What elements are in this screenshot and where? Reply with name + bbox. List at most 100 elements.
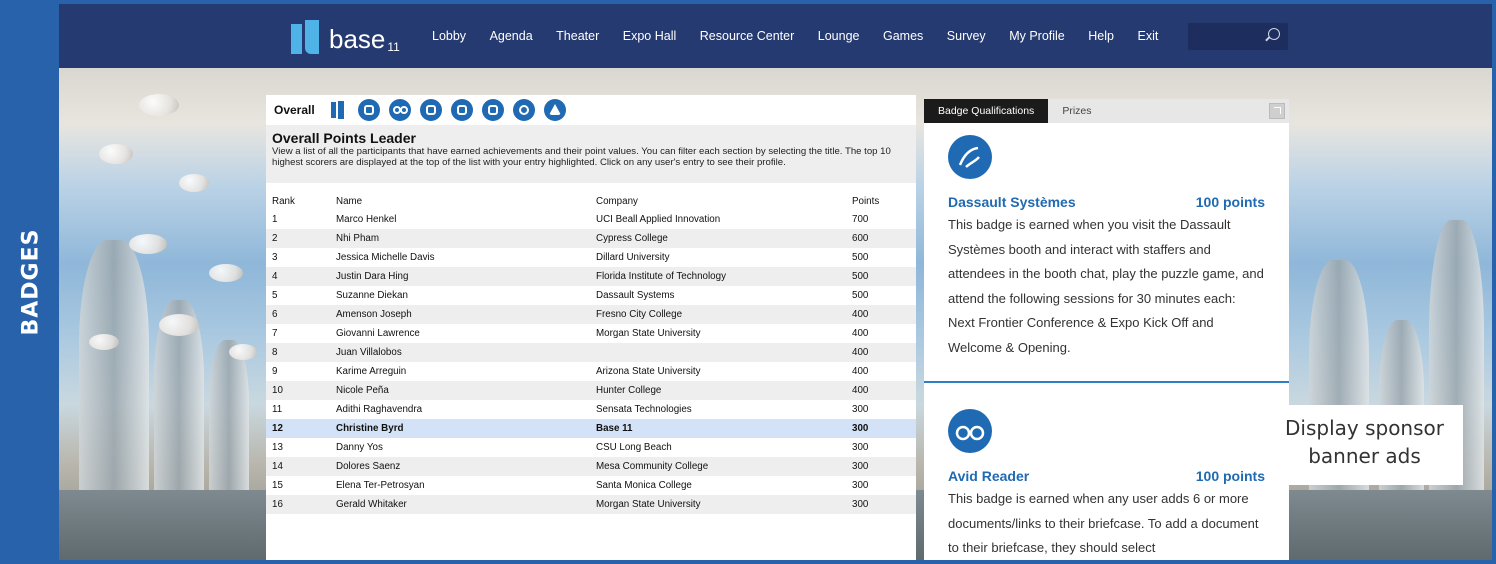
side-label: BADGES [18,228,44,336]
column-header-name[interactable]: Name [330,192,590,210]
cell-company [590,343,846,362]
cell-company: UCI Beall Applied Innovation [590,210,846,229]
ceiling-sculpture [129,234,167,254]
nav-item-theater[interactable]: Theater [556,29,599,43]
cell-points: 400 [846,343,916,362]
cell-company: Base 11 [590,419,846,438]
leaderboard-panel: Overall Overall Points Leader View a lis… [266,95,916,560]
leaderboard-intro: Overall Points Leader View a list of all… [266,125,916,183]
cell-points: 600 [846,229,916,248]
ceiling-sculpture [209,264,243,282]
table-row[interactable]: 6 Amenson Joseph Fresno City College 400 [266,305,916,324]
table-row[interactable]: 15 Elena Ter-Petrosyan Santa Monica Colleg… [266,476,916,495]
column-header-company[interactable]: Company [590,192,846,210]
message-icon[interactable] [481,99,504,121]
top-navigation-bar: base 11 Lobby Agenda Theater Expo Hall R… [59,4,1492,68]
cell-rank: 1 [266,210,330,229]
ceiling-sculpture [99,144,133,164]
base11-logo[interactable]: base 11 [291,20,400,54]
table-row[interactable]: 16 Gerald Whitaker Morgan State University… [266,495,916,514]
cell-name: Jessica Michelle Davis [330,248,590,267]
table-row[interactable]: 4 Justin Dara Hing Florida Institute of Te… [266,267,916,286]
cell-name: Marco Henkel [330,210,590,229]
cell-name: Nicole Peña [330,381,590,400]
cell-name: Juan Villalobos [330,343,590,362]
cell-company: Morgan State University [590,495,846,514]
nav-item-help[interactable]: Help [1088,29,1114,43]
cell-company: Hunter College [590,381,846,400]
table-row[interactable]: 1 Marco Henkel UCI Beall Applied Innovatio… [266,210,916,229]
table-row[interactable]: 5 Suzanne Diekan Dassault Systems 500 [266,286,916,305]
dassault-systemes-icon[interactable] [357,99,380,121]
cell-rank: 5 [266,286,330,305]
tab-prizes[interactable]: Prizes [1048,99,1105,123]
search-input[interactable] [1188,23,1288,50]
chat-icon[interactable] [450,99,473,121]
table-row[interactable]: 2 Nhi Pham Cypress College 600 [266,229,916,248]
cell-name: Nhi Pham [330,229,590,248]
table-row[interactable]: 10 Nicole Peña Hunter College 400 [266,381,916,400]
nav-item-exit[interactable]: Exit [1137,29,1158,43]
cell-rank: 9 [266,362,330,381]
logo-text: base [329,24,386,54]
cell-points: 400 [846,362,916,381]
cell-company: Arizona State University [590,362,846,381]
nav-item-expo-hall[interactable]: Expo Hall [623,29,677,43]
table-row[interactable]: 11 Adithi Raghavendra Sensata Technologies… [266,400,916,419]
cell-points: 500 [846,286,916,305]
cell-points: 300 [846,495,916,514]
pyramid-icon[interactable] [543,99,566,121]
cell-rank: 7 [266,324,330,343]
search-icon[interactable] [1268,28,1280,40]
table-row-current-user[interactable]: 12 Christine Byrd Base 11 300 [266,419,916,438]
nav-item-my-profile[interactable]: My Profile [1009,29,1065,43]
avid-reader-icon[interactable] [388,99,411,121]
leaderboard-table: Rank Name Company Points 1 Marco Henkel UC… [266,192,916,514]
nav-item-agenda[interactable]: Agenda [490,29,533,43]
table-row[interactable]: 13 Danny Yos CSU Long Beach 300 [266,438,916,457]
table-row[interactable]: 7 Giovanni Lawrence Morgan State Universit… [266,324,916,343]
cell-name: Elena Ter-Petrosyan [330,476,590,495]
cell-points: 500 [846,248,916,267]
nav-item-resource-center[interactable]: Resource Center [700,29,795,43]
avid-reader-icon [948,409,992,453]
badge-panel-tabs: Badge Qualifications Prizes [924,99,1289,123]
nav-item-survey[interactable]: Survey [947,29,986,43]
cell-name: Danny Yos [330,438,590,457]
page-title: Overall Points Leader [272,130,416,146]
leaderboard-filter-bar: Overall [266,95,916,125]
handshake-icon[interactable] [512,99,535,121]
cell-points: 300 [846,438,916,457]
cell-points: 400 [846,305,916,324]
nav-item-lounge[interactable]: Lounge [818,29,860,43]
table-header-row: Rank Name Company Points [266,192,916,210]
table-row[interactable]: 8 Juan Villalobos 400 [266,343,916,362]
cell-rank: 6 [266,305,330,324]
cell-points: 300 [846,419,916,438]
column-header-rank[interactable]: Rank [266,192,330,210]
base11-logo-icon[interactable] [327,99,349,121]
screenshot-frame: BADGES base 11 Lobby Agenda Theater Expo… [0,0,1496,564]
tab-overall[interactable]: Overall [274,103,315,117]
table-row[interactable]: 9 Karime Arreguin Arizona State University… [266,362,916,381]
cell-company: Florida Institute of Technology [590,267,846,286]
badge-card-dassault: Dassault Systèmes 100 points This badge … [924,135,1289,360]
cell-company: CSU Long Beach [590,438,846,457]
nav-item-lobby[interactable]: Lobby [432,29,466,43]
cell-company: Dillard University [590,248,846,267]
cell-points: 300 [846,476,916,495]
nav-item-games[interactable]: Games [883,29,923,43]
callout-line: banner ads [1308,444,1421,468]
cell-rank: 4 [266,267,330,286]
cell-points: 300 [846,400,916,419]
cell-name: Gerald Whitaker [330,495,590,514]
column-header-points[interactable]: Points [846,192,916,210]
document-icon[interactable] [419,99,442,121]
nav-menu: Lobby Agenda Theater Expo Hall Resource … [432,4,1182,68]
expand-icon[interactable] [1269,103,1285,119]
table-row[interactable]: 3 Jessica Michelle Davis Dillard Universit… [266,248,916,267]
tab-badge-qualifications[interactable]: Badge Qualifications [924,99,1049,123]
badge-card-avid-reader: Avid Reader 100 points This badge is ear… [924,409,1289,560]
ceiling-sculpture [159,314,199,336]
table-row[interactable]: 14 Dolores Saenz Mesa Community College 300 [266,457,916,476]
